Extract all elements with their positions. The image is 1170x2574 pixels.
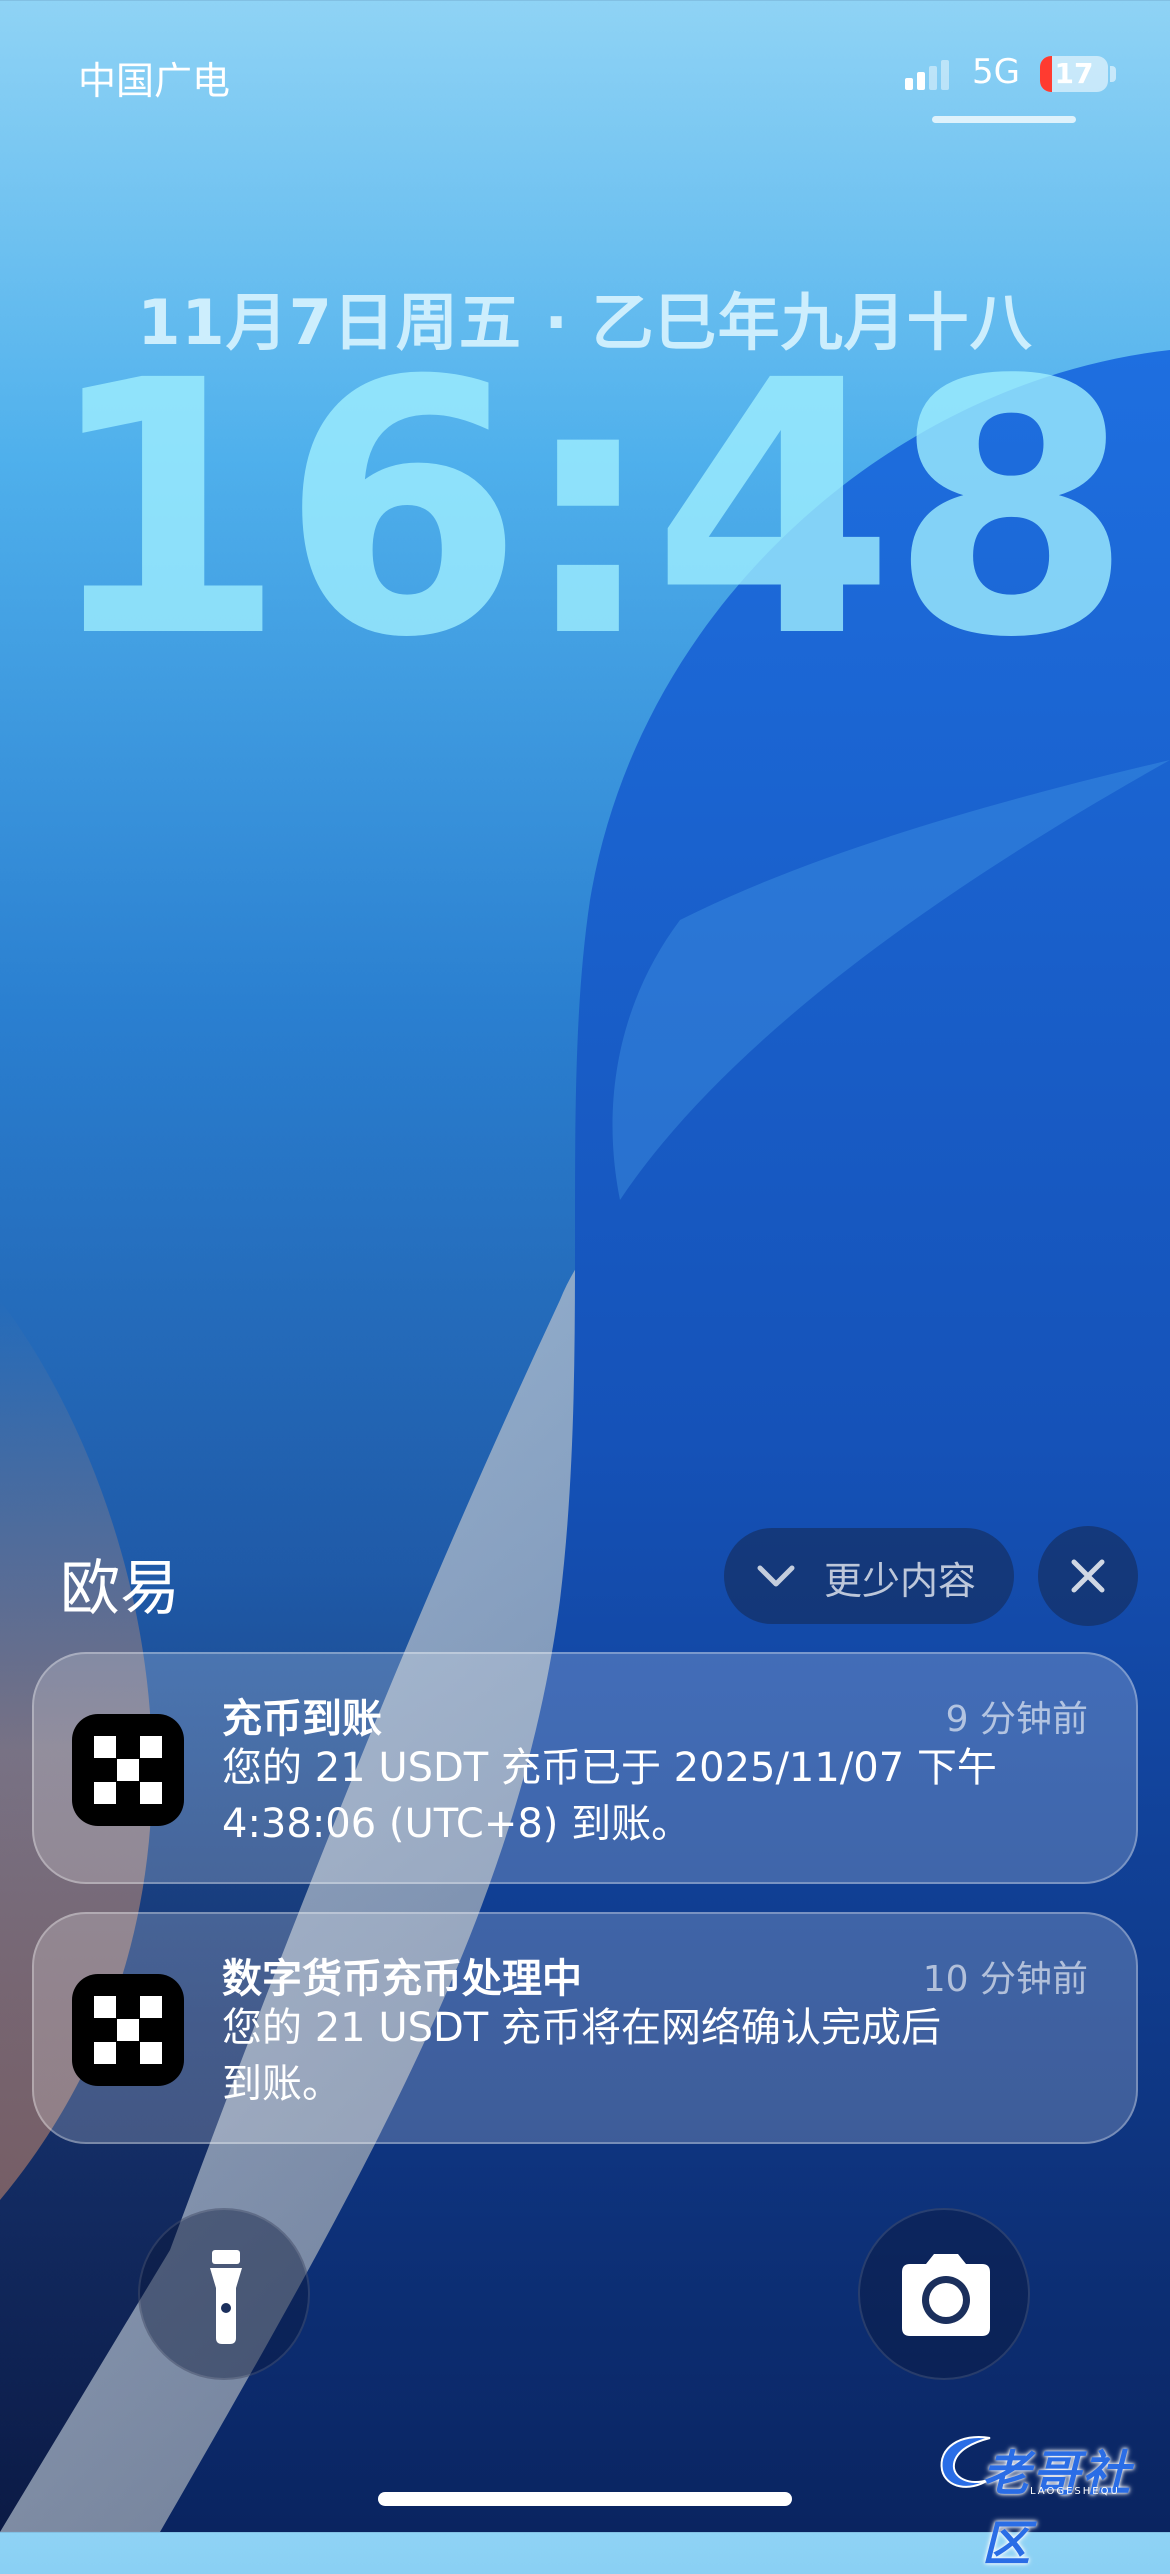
notification-group-header: 欧易 更少内容 <box>0 1520 1170 1630</box>
notification-body-line: 您的 21 USDT 充币已于 2025/11/07 下午 <box>222 1745 997 1791</box>
notification-title: 数字货币充币处理中 <box>222 1956 582 2002</box>
notification-body: 您的 21 USDT 充币将在网络确认完成后 到账。 <box>222 2000 1072 2112</box>
notification-card[interactable]: 充币到账 9 分钟前 您的 21 USDT 充币已于 2025/11/07 下午… <box>32 1652 1138 1884</box>
okx-logo-icon <box>94 1996 162 2064</box>
notification-title: 充币到账 <box>222 1696 382 1742</box>
camera-icon <box>902 2254 990 2336</box>
flashlight-button[interactable] <box>138 2208 310 2380</box>
battery-icon: 17 <box>1040 56 1108 92</box>
notification-time: 9 分钟前 <box>945 1699 1088 1740</box>
notification-body-line: 您的 21 USDT 充币将在网络确认完成后 <box>222 2005 941 2051</box>
notification-body: 您的 21 USDT 充币已于 2025/11/07 下午 4:38:06 (U… <box>222 1740 1072 1852</box>
carrier-name: 中国广电 <box>78 59 231 103</box>
notification-body-line: 到账。 <box>222 2061 342 2107</box>
control-center-indicator[interactable] <box>932 116 1076 123</box>
okx-logo-icon <box>94 1736 162 1804</box>
notification-card[interactable]: 数字货币充币处理中 10 分钟前 您的 21 USDT 充币将在网络确认完成后 … <box>32 1912 1138 2144</box>
watermark-subtext: LAOGESHEQU <box>1030 2486 1120 2497</box>
flashlight-icon <box>210 2250 242 2344</box>
camera-button[interactable] <box>858 2208 1030 2380</box>
close-icon <box>1071 1559 1105 1593</box>
lock-clock: 16:48 <box>42 306 1133 714</box>
chevron-down-icon <box>757 1565 795 1587</box>
notification-app-name: 欧易 <box>60 1554 180 1624</box>
notification-time: 10 分钟前 <box>922 1959 1088 2000</box>
notification-body-line: 4:38:06 (UTC+8) 到账。 <box>222 1801 692 1847</box>
home-indicator[interactable] <box>378 2492 792 2506</box>
battery-level: 17 <box>1054 57 1094 90</box>
show-less-button[interactable]: 更少内容 <box>724 1528 1014 1624</box>
network-type: 5G <box>972 52 1020 92</box>
status-bar: 中国广电 5G 17 <box>0 0 1170 140</box>
clear-notifications-button[interactable] <box>1038 1526 1138 1626</box>
battery-nub <box>1110 66 1116 82</box>
signal-bars-icon <box>905 60 949 90</box>
show-less-label: 更少内容 <box>824 1559 977 1603</box>
watermark-text: 老哥社区 <box>982 2446 1133 2572</box>
okx-app-icon <box>72 1714 184 1826</box>
okx-app-icon <box>72 1974 184 2086</box>
watermark: 老哥社区 LAOGESHEQU <box>930 2428 1166 2572</box>
